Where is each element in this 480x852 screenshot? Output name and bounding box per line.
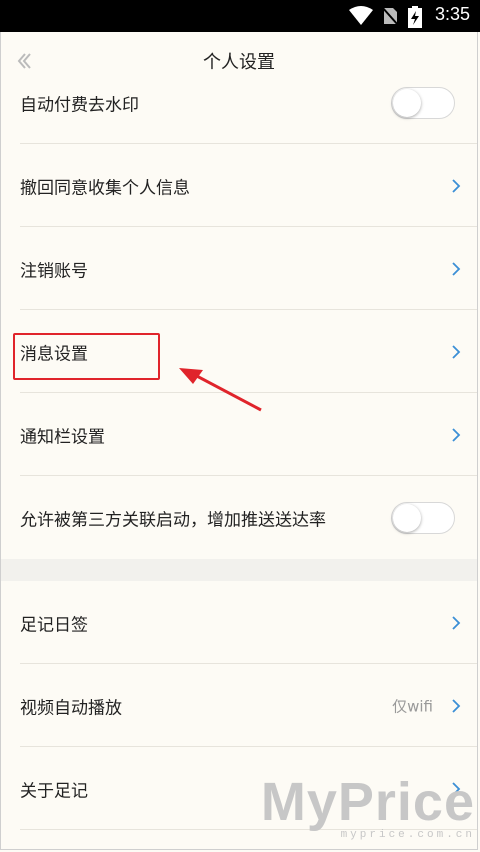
setting-label: 足记日签	[20, 615, 88, 635]
chevron-right-icon	[452, 261, 461, 276]
chevron-right-icon	[452, 427, 461, 442]
setting-label: 通知栏设置	[20, 427, 105, 447]
watermark-brand: MyPrice	[260, 772, 475, 832]
section-divider	[1, 559, 477, 581]
allow-third-party-toggle[interactable]	[391, 501, 455, 534]
setting-auto-pay-watermark[interactable]: 自动付费去水印	[1, 61, 477, 144]
setting-label: 自动付费去水印	[20, 95, 139, 116]
setting-delete-account[interactable]: 注销账号	[1, 227, 477, 310]
setting-label: 关于足记	[20, 781, 88, 801]
wifi-icon	[349, 6, 373, 25]
status-time: 3:35	[434, 4, 470, 24]
chevron-right-icon	[452, 344, 461, 359]
no-sim-icon	[381, 6, 399, 26]
chevron-right-icon	[452, 698, 461, 713]
setting-footprint-daily[interactable]: 足记日签	[1, 581, 477, 664]
setting-label: 视频自动播放	[20, 698, 122, 718]
battery-charging-icon	[408, 6, 422, 28]
chevron-right-icon	[452, 178, 461, 193]
highlight-box	[13, 333, 160, 380]
setting-revoke-consent[interactable]: 撤回同意收集个人信息	[1, 144, 477, 227]
setting-label: 注销账号	[20, 261, 88, 281]
settings-screen: 个人设置 自动付费去水印 撤回同意收集个人信息 注销账号 消息设置 通知栏设置 …	[0, 32, 478, 850]
watermark: MyPrice myprice.com.cn	[261, 775, 475, 841]
setting-label: 允许被第三方关联启动，增加推送送达率	[20, 510, 326, 530]
chevron-right-icon	[452, 615, 461, 630]
annotation-arrow-icon	[179, 368, 262, 412]
video-autoplay-value: 仅wifi	[392, 697, 433, 715]
setting-video-autoplay[interactable]: 视频自动播放 仅wifi	[1, 664, 477, 747]
setting-allow-third-party[interactable]: 允许被第三方关联启动，增加推送送达率	[1, 476, 477, 559]
setting-label: 撤回同意收集个人信息	[20, 178, 190, 198]
auto-pay-watermark-toggle[interactable]	[391, 87, 455, 119]
status-bar: 3:35	[0, 0, 480, 32]
